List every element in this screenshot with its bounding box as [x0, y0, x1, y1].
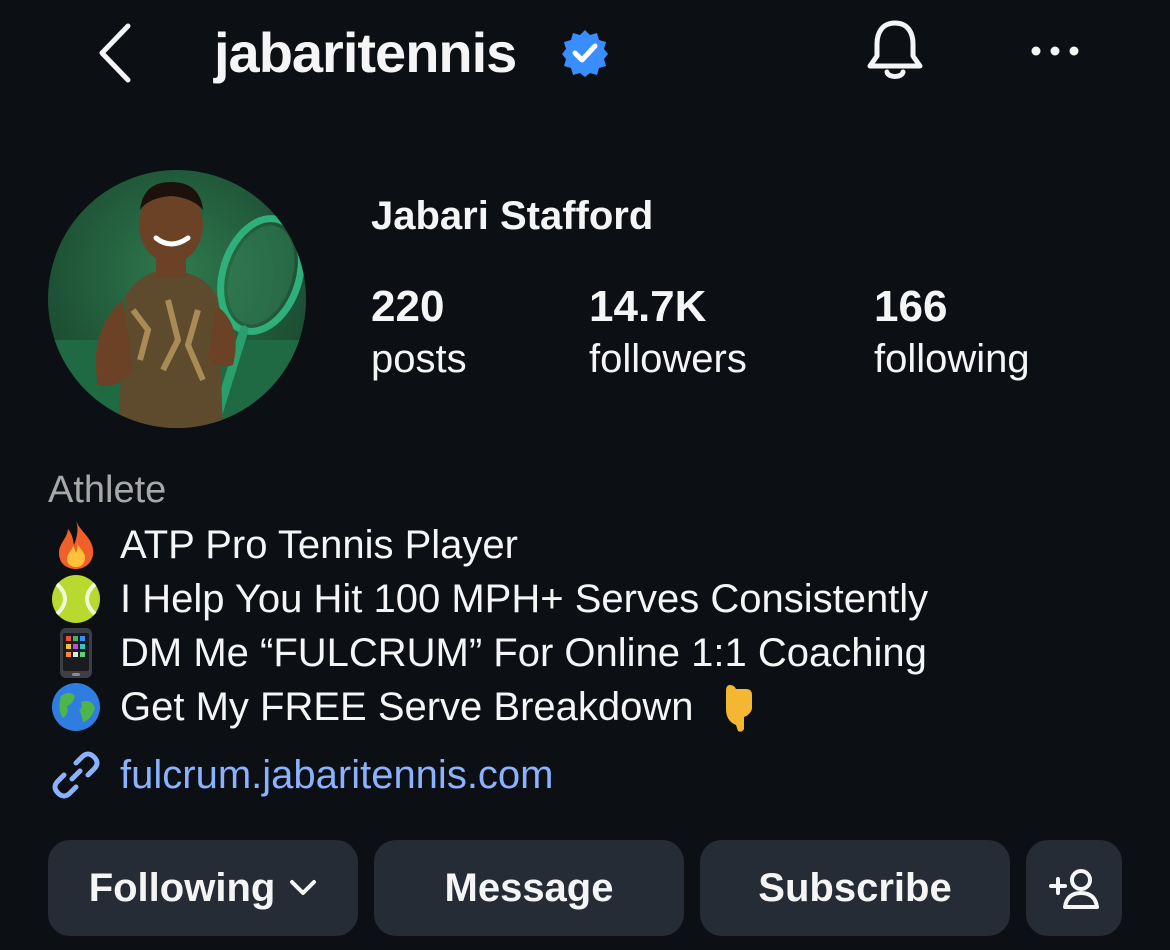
add-person-icon [1049, 869, 1099, 909]
following-value: 166 [874, 282, 948, 331]
fire-emoji-icon [48, 518, 104, 572]
bio-text: ATP Pro Tennis Player [120, 523, 518, 567]
following-button[interactable]: Following [48, 840, 358, 936]
profile-avatar[interactable] [48, 170, 306, 428]
more-horizontal-icon [1031, 46, 1079, 56]
profile-username: jabaritennis [214, 21, 517, 84]
following-label: following [874, 337, 1030, 381]
tennis-ball-emoji-icon [48, 572, 104, 626]
notifications-button[interactable] [858, 14, 932, 88]
link-icon [48, 748, 104, 802]
chevron-left-icon [99, 23, 131, 83]
posts-count[interactable]: 220 posts [371, 280, 467, 384]
followers-count[interactable]: 14.7K followers [589, 280, 747, 384]
top-bar: jabaritennis [0, 0, 1170, 110]
bio-line: Get My FREE Serve Breakdown [48, 680, 784, 734]
subscribe-button-label: Subscribe [758, 865, 952, 910]
verified-badge-icon [562, 30, 608, 77]
suggested-people-button[interactable] [1026, 840, 1122, 936]
bio-line: I Help You Hit 100 MPH+ Serves Consisten… [48, 572, 928, 626]
posts-label: posts [371, 337, 467, 381]
pointing-down-emoji-icon [712, 680, 768, 734]
bio-text: Get My FREE Serve Breakdown [120, 685, 694, 729]
message-button[interactable]: Message [374, 840, 684, 936]
following-count[interactable]: 166 following [874, 280, 1030, 384]
bell-icon [867, 20, 923, 79]
bio-text: I Help You Hit 100 MPH+ Serves Consisten… [120, 577, 929, 621]
message-button-label: Message [444, 865, 614, 910]
link-text: fulcrum.jabaritennis.com [120, 753, 554, 797]
profile-photo [48, 170, 306, 428]
profile-link[interactable]: fulcrum.jabaritennis.com [48, 748, 554, 802]
chevron-down-icon [289, 879, 317, 897]
followers-label: followers [589, 337, 747, 381]
mobile-phone-emoji-icon [48, 626, 104, 680]
following-button-label: Following [88, 865, 276, 910]
profile-category: Athlete [48, 469, 167, 511]
display-name: Jabari Stafford [371, 194, 654, 238]
bio-line: DM Me “FULCRUM” For Online 1:1 Coaching [48, 626, 927, 680]
subscribe-button[interactable]: Subscribe [700, 840, 1010, 936]
globe-emoji-icon [48, 680, 104, 734]
more-options-button[interactable] [1022, 24, 1088, 78]
back-button[interactable] [86, 20, 142, 86]
bio-text: DM Me “FULCRUM” For Online 1:1 Coaching [120, 631, 927, 675]
followers-value: 14.7K [589, 282, 707, 331]
posts-value: 220 [371, 282, 445, 331]
bio-line: ATP Pro Tennis Player [48, 518, 518, 572]
